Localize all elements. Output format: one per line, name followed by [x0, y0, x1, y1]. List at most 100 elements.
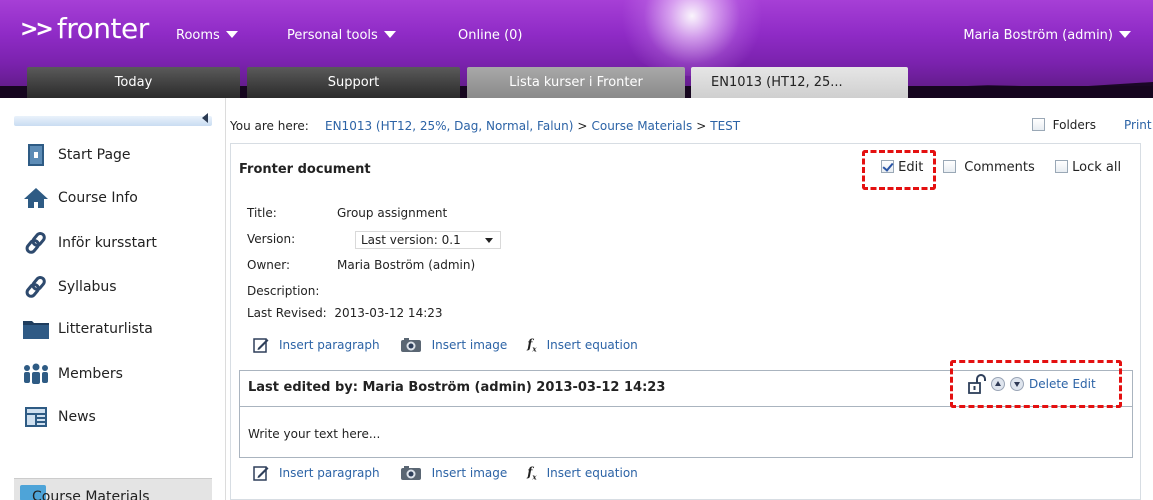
insert-toolbar-top: Insert paragraph Insert image fx Insert … [253, 335, 658, 355]
logo-text: fronter [56, 12, 149, 45]
revised-row: Last Revised: 2013-03-12 14:23 [247, 306, 443, 320]
collapse-sidebar-icon[interactable] [202, 113, 208, 123]
tab-course-en1013[interactable]: EN1013 (HT12, 25... [691, 67, 908, 98]
link-icon [22, 230, 50, 256]
edit-paragraph-link[interactable]: Edit [1072, 377, 1095, 391]
sidebar-item-news[interactable]: News [22, 404, 96, 430]
pencil-icon [253, 466, 269, 481]
tab-support[interactable]: Support [247, 67, 460, 98]
insert-image-label: Insert image [431, 466, 508, 480]
sidebar-header-bar [14, 116, 212, 126]
chevron-down-icon [383, 31, 396, 38]
breadcrumb-test-link[interactable]: TEST [710, 119, 740, 133]
lock-all-checkbox[interactable] [1055, 160, 1068, 173]
insert-paragraph-label: Insert paragraph [279, 338, 380, 352]
sidebar-item-label: Inför kursstart [58, 235, 157, 251]
print-link[interactable]: Print [1124, 118, 1152, 132]
user-name: Maria Boström (admin) [963, 28, 1113, 43]
comments-checkbox[interactable] [943, 160, 956, 173]
title-row: Title: Group assignment [247, 206, 447, 220]
insert-equation-label: Insert equation [546, 465, 638, 480]
online-users-label: Online (0) [458, 28, 523, 43]
folders-toggle[interactable]: Folders [1032, 118, 1096, 132]
sidebar-item-syllabus[interactable]: Syllabus [22, 274, 117, 300]
insert-paragraph-button[interactable]: Insert paragraph [253, 465, 380, 481]
folders-label: Folders [1052, 118, 1096, 132]
breadcrumb-separator: > [577, 119, 588, 133]
user-menu[interactable]: Maria Boström (admin) [963, 28, 1131, 43]
owner-value: Maria Boström (admin) [337, 258, 476, 272]
start-page-icon [22, 142, 50, 168]
paragraph-controls: Delete Edit [968, 374, 1096, 394]
camera-icon [400, 466, 421, 480]
lock-all-option[interactable]: Lock all [1055, 160, 1121, 175]
fronter-logo[interactable]: >> fronter [20, 14, 149, 45]
tab-today[interactable]: Today [27, 67, 240, 98]
breadcrumb-lead: You are here: [230, 119, 309, 133]
people-icon [22, 361, 50, 387]
version-select[interactable]: Last version: 0.1 [355, 231, 501, 249]
link-icon [22, 274, 50, 300]
sidebar-item-members[interactable]: Members [22, 361, 123, 387]
breadcrumb-links: EN1013 (HT12, 25%, Dag, Normal, Falun) > C… [325, 119, 740, 133]
unlock-icon[interactable] [968, 374, 986, 394]
header-sun-glow [612, 0, 772, 76]
camera-icon [400, 338, 421, 352]
description-row: Description: [247, 284, 337, 298]
delete-paragraph-link[interactable]: Delete [1029, 377, 1068, 391]
sidebar-item-label: Syllabus [58, 279, 117, 295]
sidebar: Start Page Course Info Inför kursstart S… [0, 98, 226, 500]
sidebar-item-infor-kursstart[interactable]: Inför kursstart [22, 230, 157, 256]
edit-option[interactable]: Edit [881, 160, 923, 175]
function-icon: fx [527, 336, 537, 354]
version-label: Version: [247, 232, 296, 246]
sidebar-item-course-materials[interactable]: Course Materials [14, 478, 212, 500]
edit-checkbox[interactable] [881, 160, 894, 173]
sidebar-item-litteraturlista[interactable]: Litteraturlista [22, 316, 153, 342]
insert-image-label: Insert image [431, 338, 508, 352]
owner-row: Owner: Maria Boström (admin) [247, 258, 475, 272]
personal-tools-label: Personal tools [287, 28, 378, 43]
paragraph-text[interactable]: Write your text here... [248, 427, 380, 441]
comments-option[interactable]: Comments [943, 160, 1035, 175]
insert-image-button[interactable]: Insert image [400, 465, 508, 481]
document-heading: Fronter document [239, 162, 371, 177]
move-down-icon[interactable] [1010, 377, 1024, 391]
sidebar-item-start-page[interactable]: Start Page [22, 142, 131, 168]
online-users-link[interactable]: Online (0) [458, 28, 522, 43]
revised-value: 2013-03-12 14:23 [334, 306, 443, 320]
chevron-down-icon [1119, 31, 1131, 38]
paragraph-header: Last edited by: Maria Boström (admin) 20… [240, 371, 1132, 407]
breadcrumb-course-materials-link[interactable]: Course Materials [591, 119, 692, 133]
insert-paragraph-button[interactable]: Insert paragraph [253, 337, 380, 353]
lock-all-label: Lock all [1072, 160, 1122, 175]
folder-icon [22, 316, 50, 342]
insert-equation-label: Insert equation [546, 337, 638, 352]
logo-prefix: >> [20, 17, 54, 42]
sidebar-item-label: Members [58, 366, 123, 382]
comments-label: Comments [964, 160, 1035, 175]
move-up-icon[interactable] [991, 377, 1005, 391]
rooms-menu[interactable]: Rooms [176, 28, 238, 43]
insert-image-button[interactable]: Insert image [400, 337, 508, 353]
insert-equation-button[interactable]: fx Insert equation [527, 465, 638, 481]
breadcrumb-separator: > [696, 119, 707, 133]
sidebar-item-label: News [58, 409, 96, 425]
insert-equation-button[interactable]: fx Insert equation [527, 337, 638, 353]
breadcrumb-course-link[interactable]: EN1013 (HT12, 25%, Dag, Normal, Falun) [325, 119, 573, 133]
description-label: Description: [247, 284, 320, 298]
sidebar-item-label: Start Page [58, 147, 131, 163]
title-value: Group assignment [337, 206, 448, 220]
news-icon [22, 404, 50, 430]
folders-checkbox[interactable] [1032, 118, 1045, 131]
breadcrumb: You are here: EN1013 (HT12, 25%, Dag, No… [226, 116, 1153, 138]
personal-tools-menu[interactable]: Personal tools [287, 28, 396, 43]
function-icon: fx [527, 464, 537, 482]
document-panel: Fronter document Edit Comments Lock all … [230, 143, 1141, 500]
edit-label: Edit [898, 160, 924, 175]
sidebar-item-label: Litteraturlista [58, 321, 153, 337]
tab-lista-kurser[interactable]: Lista kurser i Fronter [467, 67, 685, 98]
sidebar-item-course-info[interactable]: Course Info [22, 185, 138, 211]
home-icon [22, 185, 50, 211]
insert-paragraph-label: Insert paragraph [279, 466, 380, 480]
